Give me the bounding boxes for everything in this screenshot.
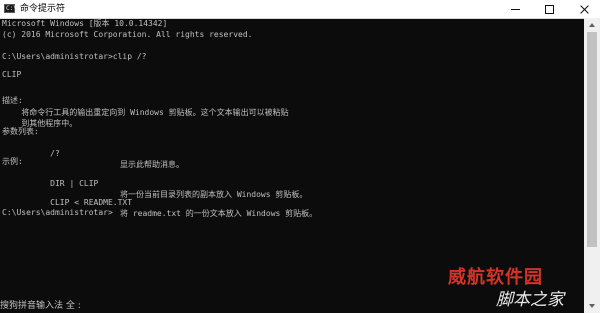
watermark-logo: 威航软件园 脚本之家 xyxy=(440,268,590,313)
console-line-desc-1: 将命令行工具的输出重定向到 Windows 剪贴板。这个文本输出可以被粘贴 xyxy=(2,108,289,117)
example-2-command: CLIP < README.TXT xyxy=(30,198,133,207)
console-prompt[interactable]: C:\Users\administrotar> xyxy=(2,207,113,218)
cmd-window: C:\_ 命令提示符 Microsoft Windows [版本 10.0.14… xyxy=(0,0,600,313)
param-description: 显示此帮助消息。 xyxy=(120,160,184,169)
console-line-copyright: (c) 2016 Microsoft Corporation. All righ… xyxy=(2,30,253,39)
console-line-desc-heading: 描述: xyxy=(2,96,23,105)
title-bar[interactable]: C:\_ 命令提示符 xyxy=(0,0,600,19)
console-line-example-2: CLIP < README.TXT 将 readme.txt 的一份文本放入 W… xyxy=(2,186,317,218)
console-line-params-heading: 参数列表: xyxy=(2,127,39,136)
maximize-button[interactable] xyxy=(534,0,564,18)
console-line-version: Microsoft Windows [版本 10.0.14342] xyxy=(2,19,168,28)
example-2-description: 将 readme.txt 的一份文本放入 Windows 剪贴板。 xyxy=(120,209,318,218)
ime-status-bar: 搜狗拼音输入法 全 : xyxy=(0,301,81,311)
console-line-examples-heading: 示例: xyxy=(2,157,23,166)
watermark-text-bottom: 脚本之家 xyxy=(496,290,564,310)
console-line-clip: CLIP xyxy=(2,70,22,79)
minimize-button[interactable] xyxy=(500,0,530,18)
watermark-text-top: 威航软件园 xyxy=(448,267,543,288)
scroll-up-arrow-icon[interactable] xyxy=(584,18,600,32)
cmd-app-icon[interactable]: C:\_ xyxy=(4,4,20,13)
example-1-description: 将一份当前目录列表的副本放入 Windows 剪贴板。 xyxy=(120,190,308,199)
param-switch: /? xyxy=(30,149,60,158)
console-line-param-row: /? 显示此帮助消息。 xyxy=(2,137,184,169)
console-line-example-1: DIR | CLIP 将一份当前目录列表的副本放入 Windows 剪贴板。 xyxy=(2,167,307,199)
close-button[interactable] xyxy=(568,0,600,18)
scrollbar-thumb[interactable] xyxy=(587,32,597,247)
console-line-command: C:\Users\administrotar>clip /? xyxy=(2,52,147,61)
window-title: 命令提示符 xyxy=(20,4,66,14)
